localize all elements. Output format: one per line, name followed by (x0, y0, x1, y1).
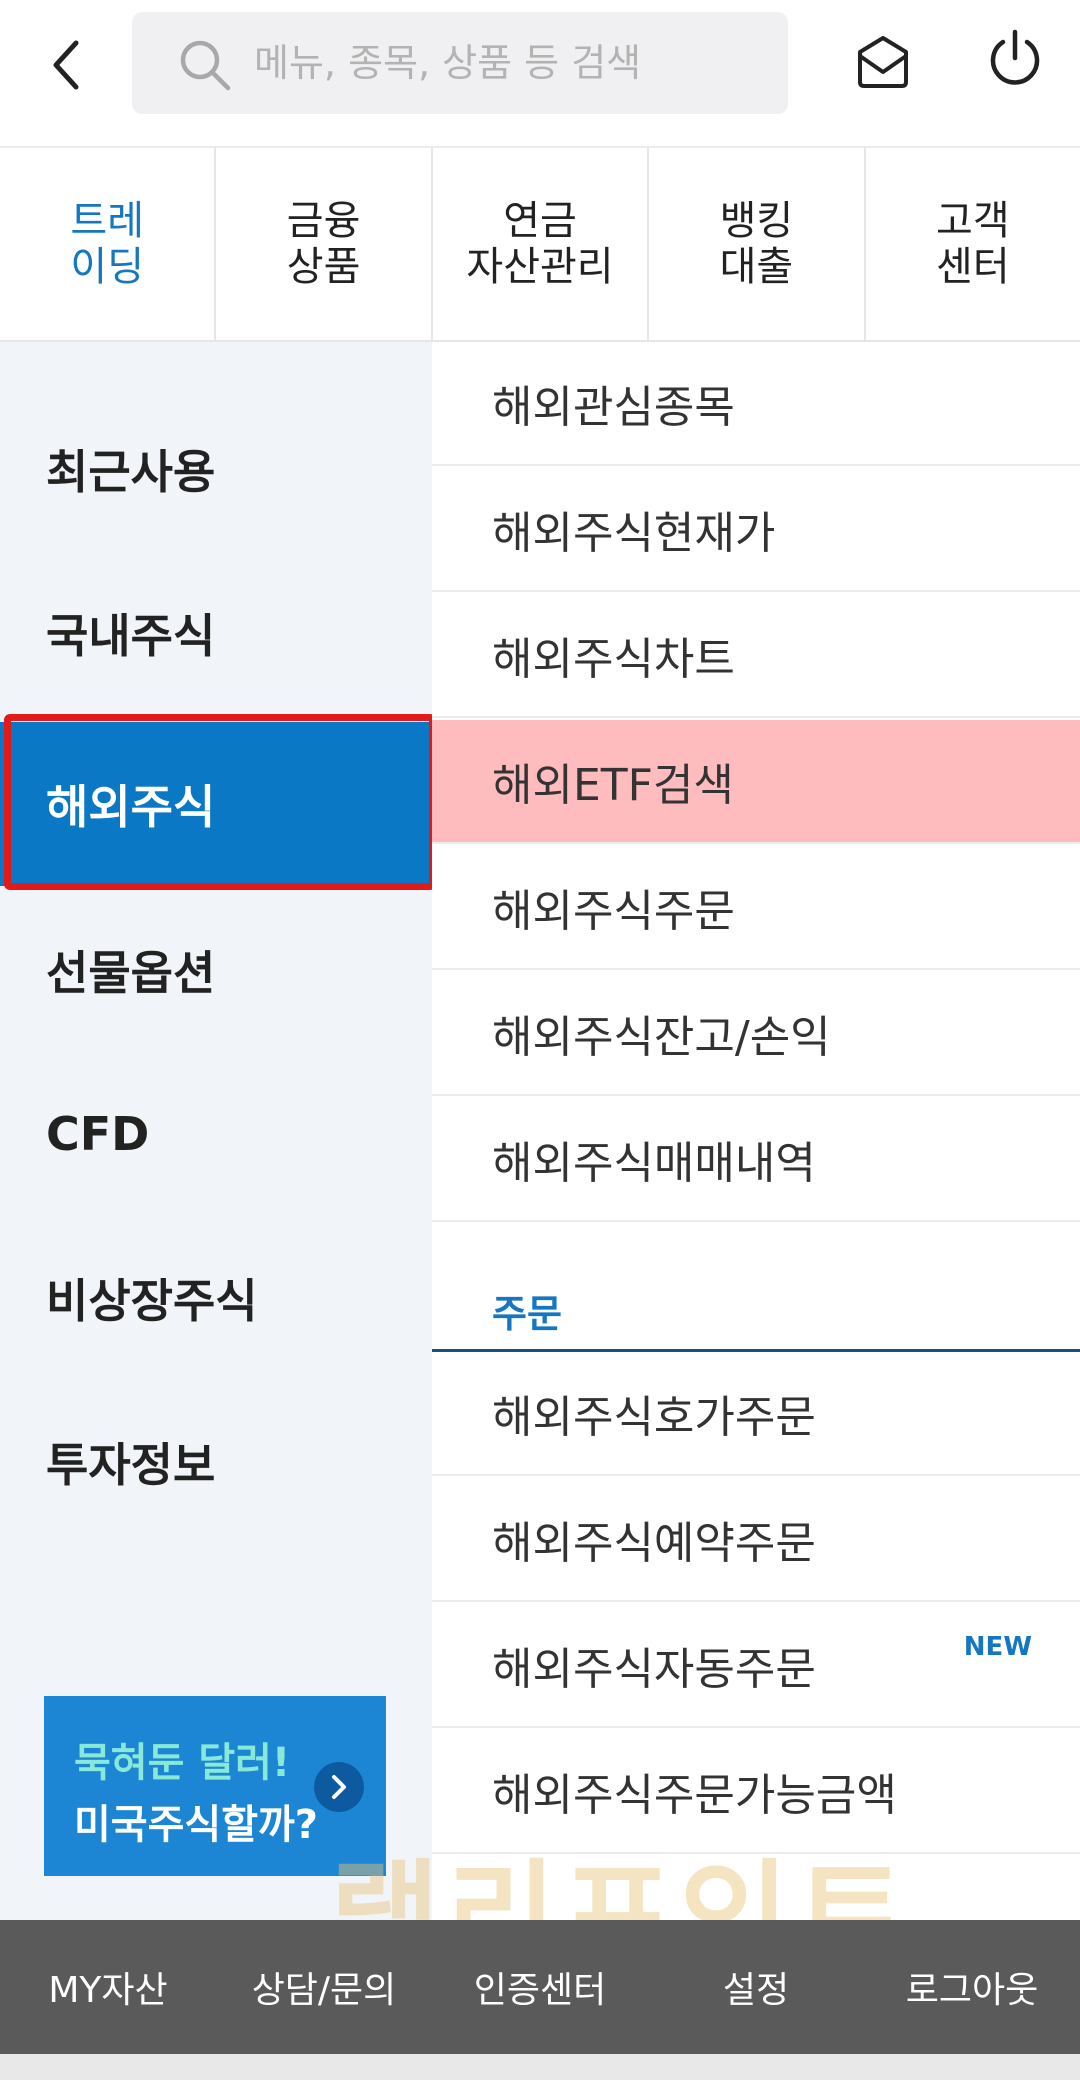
bottom-bar: MY자산 상담/문의 인증센터 설정 로그아웃 (0, 1920, 1080, 2054)
chevron-right-icon (314, 1762, 364, 1812)
sidebar-item-futures-options[interactable]: 선물옵션 (0, 888, 432, 1052)
selection-highlight-box (4, 714, 436, 890)
tab-label: 뱅킹 대출 (719, 198, 794, 290)
submenu-item-order[interactable]: 해외주식주문 (432, 846, 1080, 970)
submenu-item-watchlist[interactable]: 해외관심종목 (432, 342, 1080, 466)
mail-icon[interactable] (852, 32, 914, 94)
submenu-item-trade-history[interactable]: 해외주식매매내역 (432, 1098, 1080, 1222)
new-badge: NEW (963, 1632, 1032, 1662)
bottom-item-certificate[interactable]: 인증센터 (432, 1961, 648, 2013)
banner-line2: 미국주식할까? (74, 1802, 319, 1848)
sidebar-item-unlisted-stock[interactable]: 비상장주식 (0, 1216, 432, 1380)
tab-financial-products[interactable]: 금융 상품 (216, 148, 433, 340)
chevron-left-icon (53, 40, 79, 90)
search-icon (180, 40, 231, 91)
submenu-item-quote-order[interactable]: 해외주식호가주문 (432, 1352, 1080, 1476)
tab-customer-center[interactable]: 고객 센터 (866, 148, 1080, 340)
tab-label: 연금 자산관리 (466, 198, 614, 290)
submenu-item-current-price[interactable]: 해외주식현재가 (432, 468, 1080, 592)
submenu-item-etf-search[interactable]: 해외ETF검색 (432, 720, 1080, 844)
search-input[interactable]: 메뉴, 종목, 상품 등 검색 (132, 12, 788, 114)
back-button[interactable] (36, 30, 96, 100)
bottom-item-consult[interactable]: 상담/문의 (216, 1961, 432, 2013)
sidebar-item-recent[interactable]: 최근사용 (0, 387, 432, 551)
tab-label: 트레 이딩 (70, 198, 144, 290)
sidebar-item-investment-info[interactable]: 투자정보 (0, 1380, 432, 1544)
category-tabs: 트레 이딩 금융 상품 연금 자산관리 뱅킹 대출 고객 센터 (0, 148, 1080, 342)
sidebar-item-domestic-stock[interactable]: 국내주식 (0, 551, 432, 715)
power-icon[interactable] (984, 28, 1046, 90)
tab-label: 고객 센터 (936, 198, 1010, 290)
bottom-item-settings[interactable]: 설정 (648, 1961, 864, 2013)
top-bar: 메뉴, 종목, 상품 등 검색 (0, 0, 1080, 148)
sidebar: 최근사용 국내주식 해외주식 선물옵션 CFD 비상장주식 투자정보 (0, 342, 432, 1920)
sidebar-item-cfd[interactable]: CFD (0, 1052, 432, 1216)
bottom-item-logout[interactable]: 로그아웃 (864, 1961, 1080, 2013)
section-title-order: 주문 (432, 1272, 1080, 1352)
search-placeholder: 메뉴, 종목, 상품 등 검색 (254, 41, 642, 85)
banner-line1: 묵혀둔 달러! (74, 1740, 291, 1786)
submenu-item-balance[interactable]: 해외주식잔고/손익 (432, 972, 1080, 1096)
tab-banking-loan[interactable]: 뱅킹 대출 (649, 148, 866, 340)
submenu-item-auto-order[interactable]: 해외주식자동주문 NEW (432, 1604, 1080, 1728)
bottom-item-my-assets[interactable]: MY자산 (0, 1961, 216, 2013)
submenu-item-reserved-order[interactable]: 해외주식예약주문 (432, 1478, 1080, 1602)
submenu-panel: 해외관심종목 해외주식현재가 해외주식차트 해외ETF검색 해외주식주문 해외주… (432, 342, 1080, 1920)
tab-pension-asset[interactable]: 연금 자산관리 (433, 148, 650, 340)
tab-label: 금융 상품 (286, 198, 361, 290)
bottom-strip (0, 2054, 1080, 2080)
tab-trading[interactable]: 트레 이딩 (0, 148, 217, 340)
submenu-item-chart[interactable]: 해외주식차트 (432, 594, 1080, 718)
submenu-item-label: 해외주식자동주문 (492, 1644, 816, 1695)
